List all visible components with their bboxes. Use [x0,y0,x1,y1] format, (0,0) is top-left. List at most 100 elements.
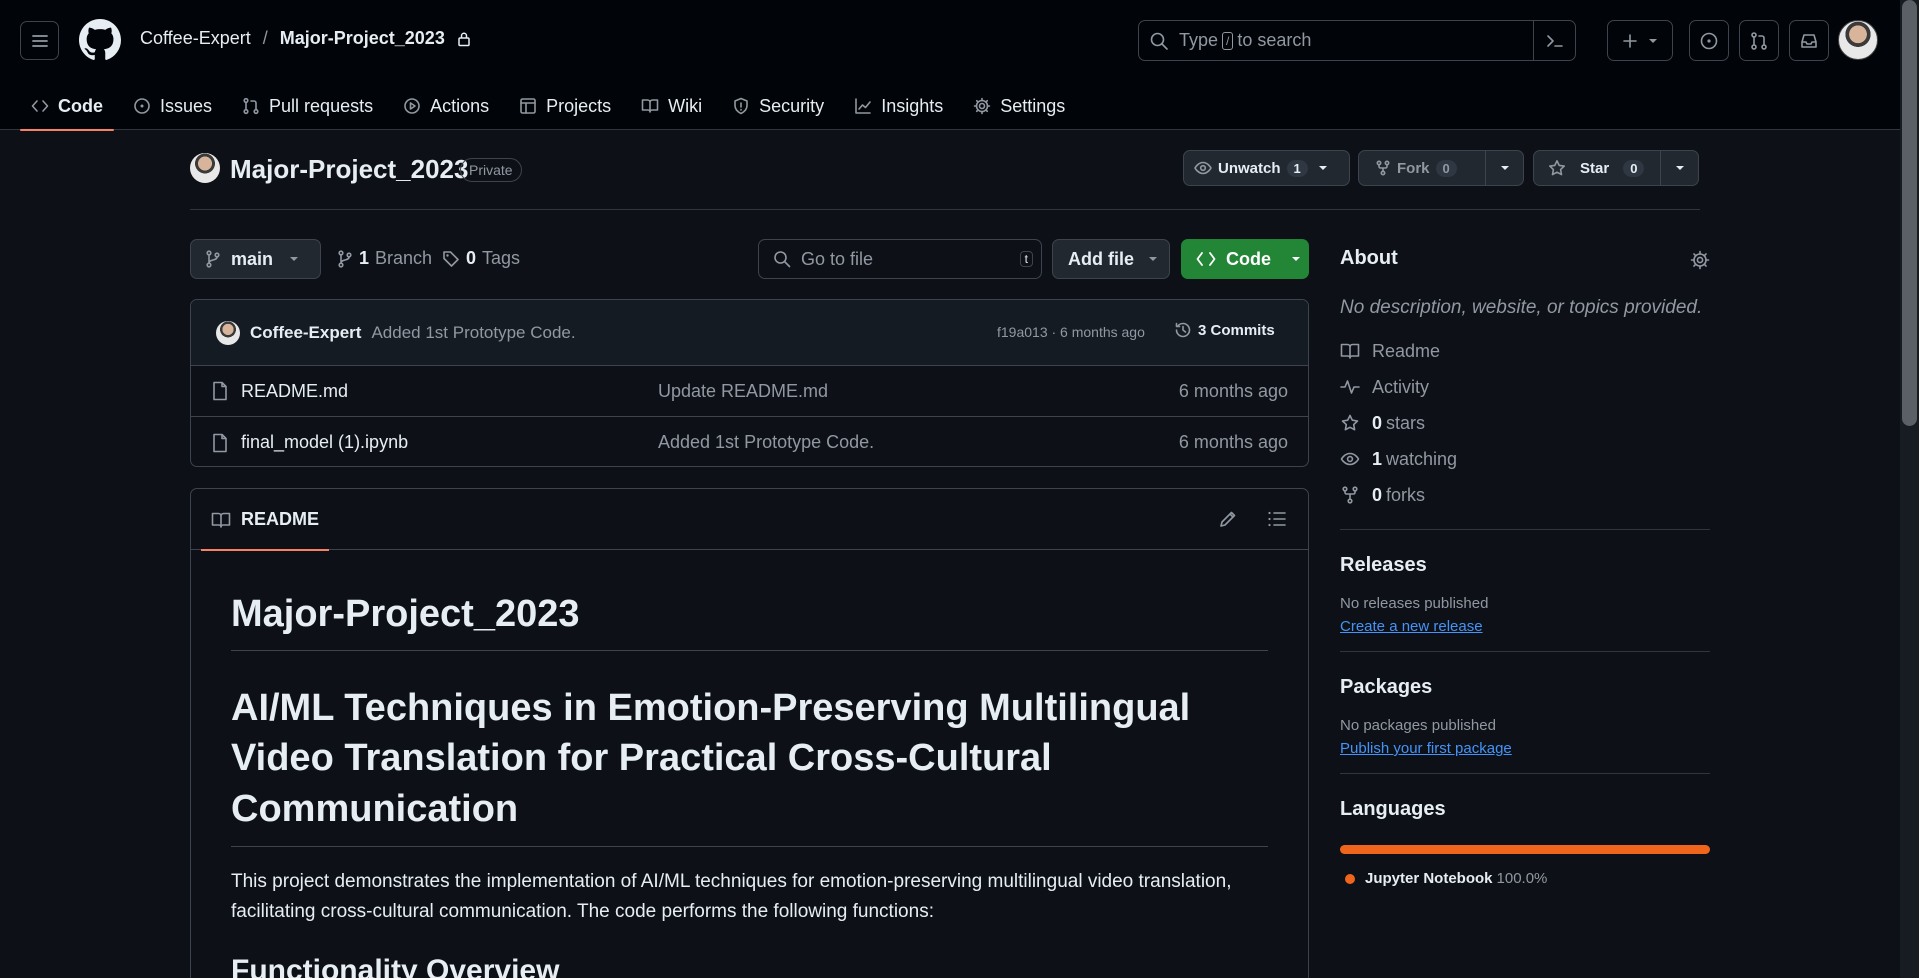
pull-requests-button[interactable] [1739,20,1779,61]
tab-code[interactable]: Code [20,82,114,131]
tab-pull-requests[interactable]: Pull requests [231,82,384,130]
page-scrollbar[interactable] [1900,0,1919,978]
commit-message[interactable]: Added 1st Prototype Code. [371,323,575,343]
activity-link[interactable]: Activity [1340,369,1710,405]
inbox-button[interactable] [1789,20,1829,61]
tab-label: Code [58,95,103,116]
readme-tab[interactable]: README [201,489,330,551]
command-palette-button[interactable] [1533,21,1575,60]
create-release-link[interactable]: Create a new release [1340,618,1710,635]
readme-subheading: Functionality Overview [231,954,560,978]
readme-tab-label: README [241,509,320,529]
fork-button[interactable]: Fork 0 [1358,150,1524,186]
code-button[interactable]: Code [1181,239,1309,279]
stars-count: 0 [1372,412,1383,433]
user-avatar[interactable] [1838,20,1878,60]
commit-author[interactable]: Coffee-Expert [250,323,361,343]
tag-count-label: Tags [482,248,521,268]
releases-title[interactable]: Releases [1340,554,1710,577]
book-icon [1340,343,1360,359]
edit-readme-button[interactable] [1218,509,1238,529]
file-name[interactable]: final_model (1).ipynb [241,432,408,453]
fork-dropdown[interactable] [1485,151,1523,185]
star-icon [1341,414,1359,431]
star-dropdown[interactable] [1660,151,1698,185]
file-age: 6 months ago [1178,432,1288,452]
tab-settings[interactable]: Settings [962,82,1076,130]
git-branch-icon [206,250,220,268]
watchers-link[interactable]: 1 watching [1340,441,1710,477]
readme-header: README [191,489,1308,551]
commit-hash-time[interactable]: f19a013 · 6 months ago [997,324,1145,340]
book-icon [641,99,659,113]
tab-insights[interactable]: Insights [843,82,954,130]
search-prefix: Type [1179,30,1219,50]
file-row[interactable]: README.md Update README.md 6 months ago [191,366,1308,417]
file-commit-message[interactable]: Added 1st Prototype Code. [658,432,874,453]
star-button[interactable]: Star 0 [1533,150,1699,186]
caret-down-icon [1318,166,1327,170]
go-to-file-input[interactable]: Go to file t [758,239,1042,279]
global-header: Coffee-Expert / Major-Project_2023 Type … [0,0,1900,131]
commit-author-avatar[interactable] [216,320,240,345]
watch-label: Unwatch [1218,159,1281,177]
tab-actions[interactable]: Actions [392,82,500,130]
publish-package-link[interactable]: Publish your first package [1340,740,1710,757]
tab-projects[interactable]: Projects [508,82,622,130]
activity-link-label: Activity [1372,376,1430,397]
watching-label: watching [1386,448,1458,469]
github-logo[interactable] [79,19,121,61]
search-icon [774,251,791,268]
forks-count: 0 [1372,484,1383,505]
gear-icon [1690,250,1710,270]
tags-link[interactable]: 0 Tags [442,248,520,269]
gear-icon [973,97,991,115]
readme-link[interactable]: Readme [1340,333,1710,369]
owner-avatar[interactable] [190,153,220,183]
tab-label: Wiki [668,95,703,116]
eye-icon [1340,452,1360,466]
divider [1340,529,1710,530]
watch-button[interactable]: Unwatch 1 [1183,150,1350,186]
file-row[interactable]: final_model (1).ipynb Added 1st Prototyp… [191,417,1308,466]
tab-issues[interactable]: Issues [122,82,223,130]
packages-title[interactable]: Packages [1340,676,1710,699]
breadcrumb-repo[interactable]: Major-Project_2023 [280,28,445,49]
file-name[interactable]: README.md [241,381,348,402]
stars-link[interactable]: 0 stars [1340,405,1710,441]
breadcrumb: Coffee-Expert / Major-Project_2023 [140,28,471,49]
issues-button[interactable] [1689,20,1729,61]
menu-button[interactable] [20,21,59,60]
language-item[interactable]: Jupyter Notebook 100.0% [1340,870,1710,887]
packages-empty: No packages published [1340,717,1496,734]
tab-wiki[interactable]: Wiki [630,82,713,130]
global-search[interactable]: Type / to search [1138,20,1576,61]
tab-label: Insights [881,95,944,116]
edit-about-button[interactable] [1690,250,1710,270]
tab-label: Pull requests [269,95,374,116]
go-to-file-placeholder: Go to file [801,248,874,269]
pulse-icon [1340,380,1360,394]
about-title: About [1340,247,1398,269]
releases-empty: No releases published [1340,595,1489,612]
caret-down-icon [1675,166,1684,170]
watch-dropdown[interactable] [1318,164,1340,172]
file-commit-message[interactable]: Update README.md [658,381,828,402]
repo-sidebar: About No description, website, or topics… [1340,247,1710,887]
add-file-button[interactable]: Add file [1052,239,1170,279]
create-new-button[interactable] [1607,20,1673,61]
branches-link[interactable]: 1 Branch [337,248,432,269]
readme-intro: This project demonstrates the implementa… [231,871,1232,922]
tab-security[interactable]: Security [721,82,835,130]
outline-button[interactable] [1267,509,1287,529]
repo-title[interactable]: Major-Project_2023 [230,154,468,185]
git-pull-request-icon [243,97,259,115]
readme-body: Major-Project_2023 AI/ML Techniques in E… [191,550,1308,978]
branch-selector[interactable]: main [190,239,321,279]
graph-icon [855,98,871,114]
shield-icon [734,97,748,115]
scrollbar-thumb[interactable] [1902,0,1917,426]
commits-link[interactable]: 3 Commits [1174,321,1275,339]
breadcrumb-owner[interactable]: Coffee-Expert [140,28,251,49]
forks-link[interactable]: 0 forks [1340,477,1710,513]
